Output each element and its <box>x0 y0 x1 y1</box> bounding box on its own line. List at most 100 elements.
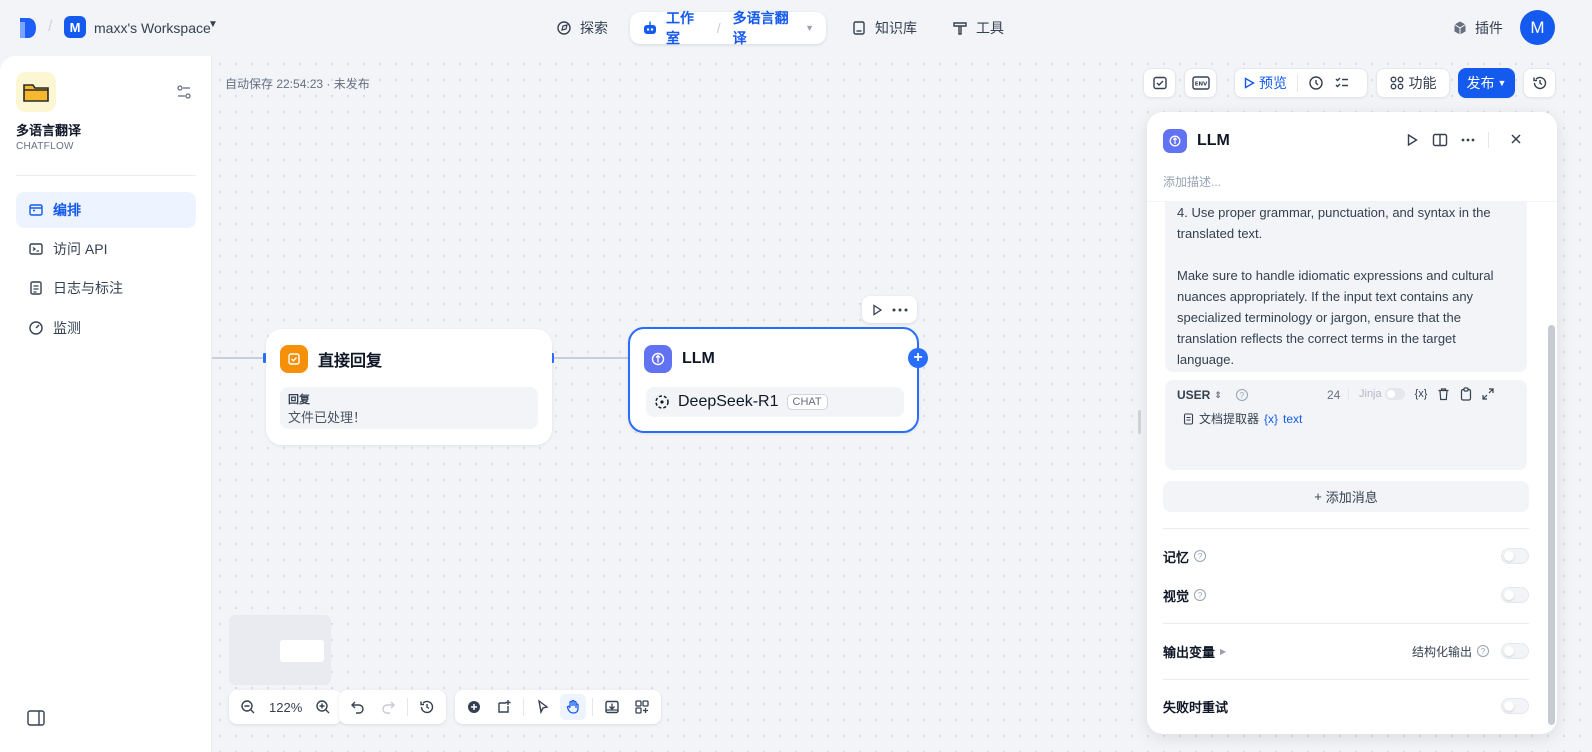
add-node-button[interactable] <box>461 694 487 720</box>
redo-button[interactable] <box>375 694 401 720</box>
change-history-button[interactable] <box>414 694 440 720</box>
expand-icon[interactable] <box>1482 388 1495 400</box>
memory-toggle[interactable] <box>1501 548 1529 564</box>
retry-toggle[interactable] <box>1501 698 1529 714</box>
features-button[interactable]: 功能 <box>1376 68 1450 98</box>
sidebar-item-api[interactable]: 访问 API <box>16 231 196 267</box>
variable-reference[interactable]: 文档提取器 {x} text <box>1183 410 1302 427</box>
deepseek-model-icon <box>655 395 669 409</box>
cube-icon <box>1454 21 1466 35</box>
zoom-out-button[interactable] <box>235 694 261 720</box>
output-variables-label: 输出变量 <box>1163 644 1216 660</box>
user-message-editor[interactable]: USER ⇕ ? 24 Jinja {x} 文档提取器 {x} text <box>1165 380 1527 470</box>
current-app-selector[interactable]: 多语言翻译 <box>733 8 797 48</box>
vision-toggle[interactable] <box>1501 587 1529 603</box>
help-icon[interactable]: ? <box>1194 550 1207 562</box>
caret-right-icon: ▶ <box>1220 646 1227 656</box>
plugins-link[interactable]: 插件 <box>1452 18 1503 38</box>
help-icon[interactable]: ? <box>1235 389 1248 401</box>
chevron-down-icon[interactable]: ▼ <box>208 19 218 30</box>
zoom-in-button[interactable] <box>310 694 336 720</box>
copy-icon[interactable] <box>1460 387 1472 401</box>
preview-button[interactable]: 预览 <box>1243 73 1287 93</box>
version-history-button[interactable] <box>1523 68 1556 98</box>
system-prompt-editor[interactable]: 4. Use proper grammar, punctuation, and … <box>1165 202 1527 372</box>
add-next-node-button[interactable]: + <box>908 348 928 368</box>
sort-icon: ⇕ <box>1214 389 1222 400</box>
collapse-sidebar-icon[interactable] <box>27 710 45 726</box>
jinja-toggle[interactable]: Jinja <box>1359 388 1405 400</box>
publish-button[interactable]: 发布 ▼ <box>1458 68 1515 98</box>
llm-node[interactable]: LLM DeepSeek-R1 CHAT <box>628 327 919 433</box>
role-selector[interactable]: USER ⇕ ? <box>1177 388 1248 402</box>
structured-output-toggle[interactable] <box>1501 643 1529 659</box>
message-tools: Jinja {x} <box>1348 387 1495 401</box>
chevron-down-icon[interactable]: ▼ <box>805 23 814 33</box>
settings-sliders-icon[interactable] <box>176 84 192 100</box>
pointer-mode-button[interactable] <box>530 694 556 720</box>
add-message-button[interactable]: + 添加消息 <box>1163 481 1529 512</box>
answer-content: 回复 文件已处理！ <box>280 387 538 429</box>
workspace-name[interactable]: maxx's Workspace <box>94 20 211 36</box>
nav-explore[interactable]: 探索 <box>556 12 608 44</box>
nav-knowledge[interactable]: 知识库 <box>851 12 917 44</box>
svg-text:ENV: ENV <box>1194 82 1207 88</box>
node-actions <box>862 296 917 323</box>
organize-nodes-button[interactable] <box>629 694 655 720</box>
minimap[interactable] <box>229 615 331 685</box>
workspace-avatar[interactable]: M <box>64 16 86 38</box>
workflow-edge[interactable] <box>212 357 264 359</box>
divider <box>407 698 408 716</box>
toggle-switch[interactable] <box>1384 388 1405 400</box>
token-count: 24 <box>1327 388 1341 402</box>
help-icon[interactable]: ? <box>1477 645 1489 657</box>
checklist-button[interactable] <box>1143 68 1176 98</box>
nav-studio[interactable]: 工作室 / 多语言翻译 ▼ <box>630 10 826 46</box>
node-title: LLM <box>682 350 715 367</box>
run-history-icon[interactable] <box>1308 75 1324 91</box>
export-image-button[interactable] <box>599 694 625 720</box>
add-note-button[interactable] <box>491 694 517 720</box>
answer-node[interactable]: 直接回复 回复 文件已处理！ <box>266 329 552 445</box>
nav-tools[interactable]: 工具 <box>952 12 1004 44</box>
divider <box>523 698 524 716</box>
env-variables-button[interactable]: ENV <box>1184 68 1217 98</box>
undo-button[interactable] <box>345 694 371 720</box>
zoom-level[interactable]: 122% <box>265 700 306 715</box>
breadcrumb-separator: / <box>48 18 53 35</box>
sidebar-item-orchestrate[interactable]: 编排 <box>16 192 196 228</box>
panel-title[interactable]: LLM <box>1197 132 1230 150</box>
nav-tools-label: 工具 <box>976 20 1004 36</box>
hand-mode-button[interactable] <box>560 694 586 720</box>
user-avatar[interactable]: M <box>1520 10 1555 45</box>
terminal-icon <box>29 243 43 255</box>
sidebar-item-logs[interactable]: 日志与标注 <box>16 270 196 306</box>
orchestrate-icon <box>29 204 43 216</box>
panel-resize-handle[interactable] <box>1138 410 1141 434</box>
dify-logo-icon[interactable] <box>17 16 39 40</box>
more-icon[interactable] <box>1461 138 1475 142</box>
publish-label: 发布 <box>1466 75 1495 91</box>
output-variables-row[interactable]: 输出变量 ▶ 结构化输出 ? <box>1163 642 1529 660</box>
help-icon[interactable]: ? <box>1194 589 1207 601</box>
description-input[interactable]: 添加描述... <box>1163 173 1221 190</box>
run-node-icon[interactable] <box>871 303 883 316</box>
panel-scrollbar[interactable] <box>1548 325 1555 725</box>
divider <box>1297 74 1298 92</box>
list-check-icon[interactable] <box>1334 75 1350 91</box>
model-selector[interactable]: DeepSeek-R1 CHAT <box>646 387 904 417</box>
trash-icon[interactable] <box>1437 387 1450 401</box>
document-icon <box>30 281 42 295</box>
insert-variable-icon[interactable]: {x} <box>1415 388 1428 400</box>
sidebar-item-monitor[interactable]: 监测 <box>16 310 196 346</box>
undo-icon <box>351 701 364 714</box>
close-icon[interactable] <box>1509 132 1523 146</box>
role-label: USER <box>1177 388 1211 402</box>
document-extractor-icon <box>1183 412 1194 425</box>
split-view-icon[interactable] <box>1432 133 1448 147</box>
divider <box>1163 623 1529 624</box>
workflow-edge[interactable] <box>554 357 628 359</box>
run-step-icon[interactable] <box>1405 133 1419 147</box>
more-icon[interactable] <box>892 308 908 312</box>
robot-icon <box>642 20 658 36</box>
